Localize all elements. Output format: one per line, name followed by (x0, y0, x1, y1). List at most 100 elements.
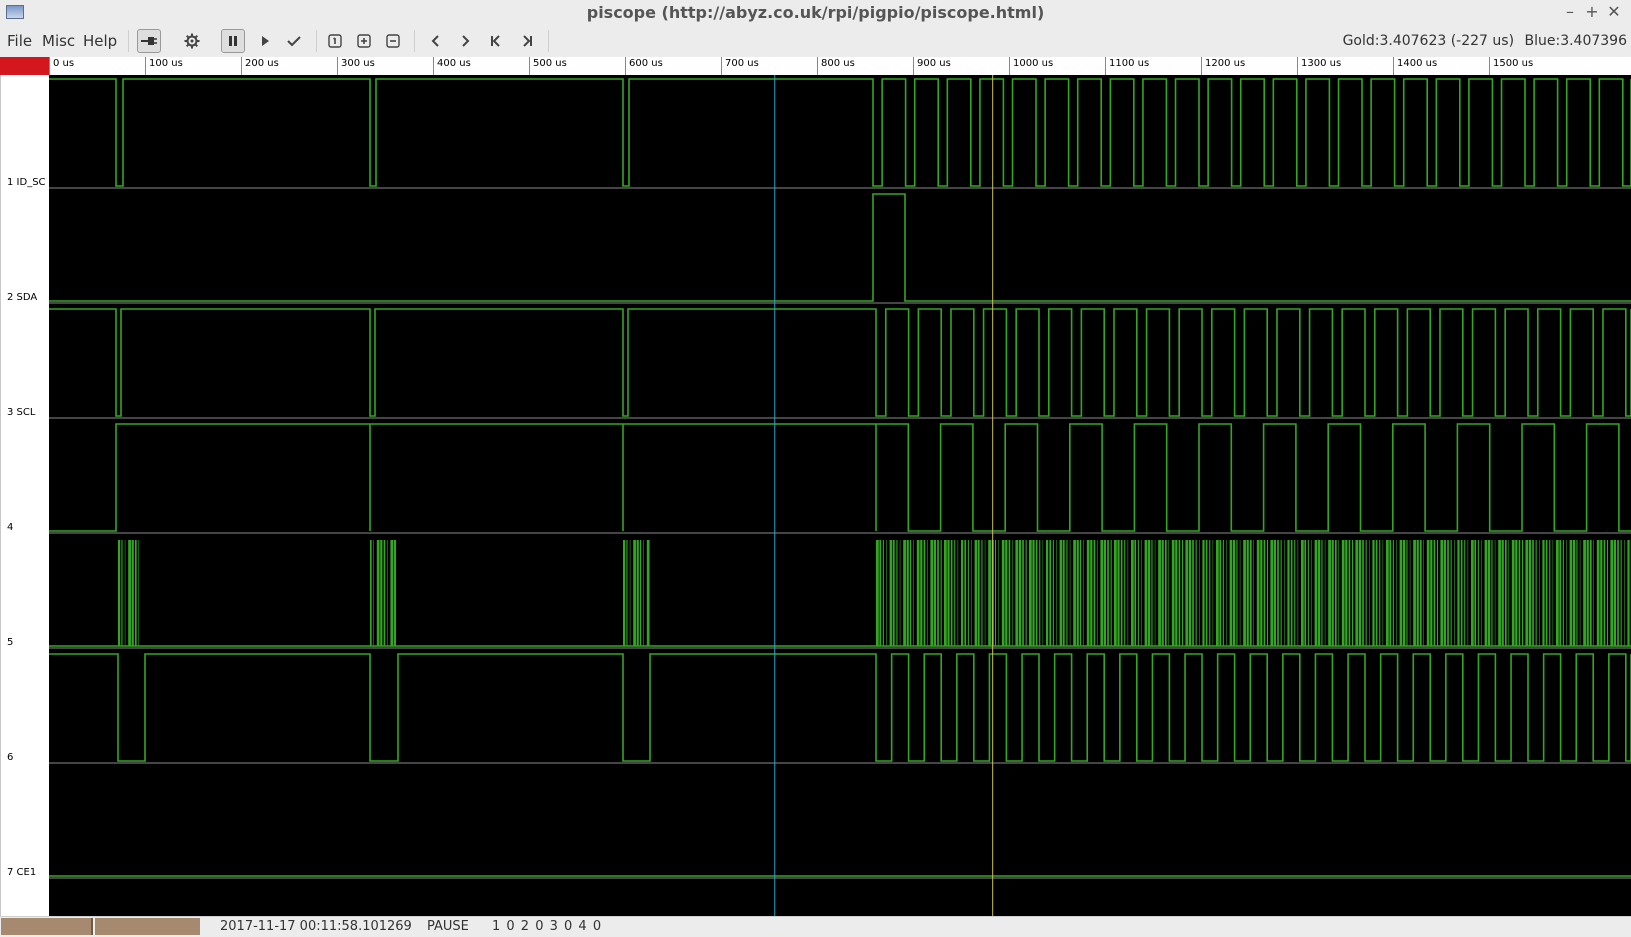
signal-pulse (1559, 540, 1562, 646)
signal-pulse (947, 540, 950, 646)
time-tick: 100 us (145, 57, 183, 75)
signal-pulse (1562, 540, 1564, 646)
signal-pulse (1471, 540, 1474, 646)
zoom-out-button[interactable] (381, 29, 405, 53)
signal-pulse (1151, 540, 1153, 646)
skip-start-button[interactable] (484, 29, 508, 53)
scroll-right-button[interactable] (453, 29, 477, 53)
minimize-button[interactable]: – (1560, 2, 1580, 22)
zoom-in-button[interactable] (352, 29, 376, 53)
signal-pulse (1212, 540, 1214, 646)
waveform-canvas[interactable] (49, 75, 1631, 916)
waveform-plot[interactable] (49, 75, 1631, 916)
signal-pulse (1335, 540, 1337, 646)
menu-misc[interactable]: Misc (42, 32, 75, 50)
channel-label: 4 (7, 522, 14, 533)
signal-pulse (1556, 540, 1559, 646)
settings-button[interactable] (180, 29, 204, 53)
settings-icon (184, 33, 200, 49)
play-button[interactable] (253, 29, 277, 53)
menu-file[interactable]: File (7, 32, 32, 50)
time-tick: 300 us (337, 57, 375, 75)
signal-pulse (964, 540, 967, 646)
signal-pulse (1457, 540, 1460, 646)
signal-pulse (1076, 540, 1079, 646)
signal-pulse (1107, 540, 1109, 646)
time-tick: 900 us (913, 57, 951, 75)
window-title: piscope (http://abyz.co.uk/rpi/pigpio/pi… (586, 3, 1045, 22)
connect-button[interactable] (137, 29, 161, 53)
time-tick: 1100 us (1105, 57, 1149, 75)
signal-pulse (1114, 540, 1117, 646)
signal-pulse (1110, 540, 1112, 646)
signal-pulse (1267, 540, 1269, 646)
signal-pulse (1498, 540, 1501, 646)
signal-pulse (1216, 540, 1219, 646)
signal-pulse (1539, 540, 1540, 646)
signal-pulse (390, 540, 394, 646)
signal-pulse (1165, 540, 1167, 646)
toolbar-separator (316, 30, 317, 52)
signal-pulse (930, 540, 934, 646)
signal-pulse (1437, 540, 1439, 646)
signal-pulse (950, 540, 953, 646)
signal-pulse (1423, 540, 1424, 646)
signal-pulse (1426, 540, 1430, 646)
signal-pulse (370, 540, 372, 646)
signal-pulse (1481, 540, 1482, 646)
time-ruler[interactable]: 0 us 100 us 200 us 300 us 400 us 500 us 600 us… (49, 57, 1631, 75)
signal-pulse (1253, 540, 1254, 646)
signal-pulse (1542, 540, 1545, 646)
signal-pulse (626, 540, 628, 646)
signal-pulse (1440, 540, 1444, 646)
signal-pulse (1617, 540, 1619, 646)
zoom-one-button[interactable] (323, 29, 347, 53)
time-tick: 1400 us (1393, 57, 1437, 75)
blue-cursor-readout: Blue:3.407396 (1524, 33, 1628, 49)
channel-label: 5 (7, 637, 14, 648)
signal-pulse (1338, 540, 1339, 646)
signal-pulse (1022, 540, 1024, 646)
skip-end-button[interactable] (515, 29, 539, 53)
signal-pulse (1219, 540, 1222, 646)
signal-pulse (1171, 540, 1175, 646)
signal-pulse (1624, 540, 1625, 646)
scroll-left-button[interactable] (424, 29, 448, 53)
signal-pulse (640, 540, 642, 646)
signal-pulse (1243, 540, 1246, 646)
signal-pulse (1389, 540, 1392, 646)
pause-button[interactable] (221, 29, 245, 53)
maximize-button[interactable]: + (1582, 2, 1602, 22)
signal-pulse (1059, 540, 1063, 646)
signal-pulse (1090, 540, 1093, 646)
signal-pulse (1508, 540, 1509, 646)
toolbar-separator (548, 30, 549, 52)
menu-help[interactable]: Help (83, 32, 117, 50)
signal-pulse (1314, 540, 1318, 646)
channel-trace (49, 540, 1631, 649)
status-triggers: 1 0 2 0 3 0 4 0 (492, 919, 603, 934)
signal-pulse (1144, 540, 1148, 646)
signal-pulse (1416, 540, 1419, 646)
time-tick: 1000 us (1009, 57, 1053, 75)
signal-pulse (1032, 540, 1035, 646)
signal-pulse (1120, 540, 1123, 646)
signal-pulse (1443, 540, 1446, 646)
signal-pulse (1294, 540, 1296, 646)
skip-end-icon (523, 35, 532, 47)
signal-pulse (961, 540, 964, 646)
signal-pulse (967, 540, 969, 646)
signal-pulse (629, 540, 631, 646)
skip-start-icon (491, 35, 500, 47)
signal-pulse (131, 540, 134, 646)
signal-pulse (1348, 540, 1351, 646)
close-button[interactable]: ✕ (1604, 2, 1624, 22)
signal-pulse (1613, 540, 1616, 646)
channel-label: 1 ID_SC (7, 177, 46, 188)
check-button[interactable] (282, 29, 306, 53)
signal-pulse (1158, 540, 1161, 646)
signal-pulse (1063, 540, 1065, 646)
signal-pulse (1331, 540, 1334, 646)
signal-pulse (1399, 540, 1403, 646)
signal-pulse (1168, 540, 1169, 646)
